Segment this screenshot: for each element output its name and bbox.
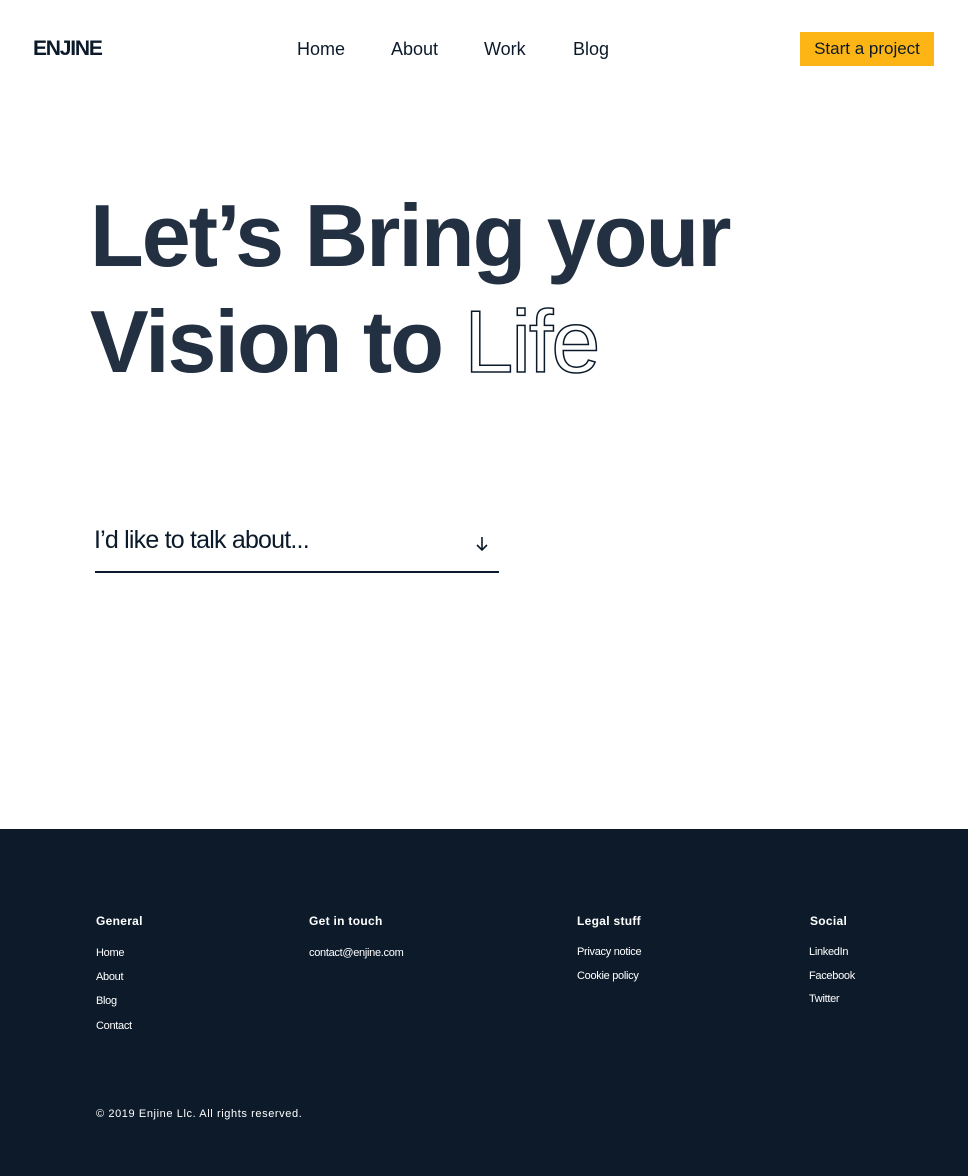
topic-select[interactable]: I’d like to talk about... xyxy=(94,520,499,573)
nav-about[interactable]: About xyxy=(391,36,438,62)
nav-home[interactable]: Home xyxy=(297,36,345,62)
hero-title-line-1: Let’s Bring your xyxy=(90,186,731,285)
footer-link-twitter[interactable]: Twitter xyxy=(809,991,840,1007)
copyright: © 2019 Enjine Llc. All rights reserved. xyxy=(96,1108,303,1120)
nav-work[interactable]: Work xyxy=(484,36,526,62)
arrow-down-icon xyxy=(476,537,488,552)
start-project-button[interactable]: Start a project xyxy=(800,32,934,66)
topic-select-label: I’d like to talk about... xyxy=(94,526,310,554)
footer: General Home About Blog Contact Get in t… xyxy=(0,829,968,1176)
footer-heading-social: Social xyxy=(810,914,848,928)
footer-link-blog[interactable]: Blog xyxy=(96,993,117,1009)
footer-link-home[interactable]: Home xyxy=(96,945,124,961)
logo[interactable]: ENJINE xyxy=(33,36,103,62)
footer-link-cookies[interactable]: Cookie policy xyxy=(577,968,639,984)
footer-heading-general: General xyxy=(96,914,143,928)
footer-link-contact[interactable]: Contact xyxy=(96,1018,132,1034)
hero-title-outline: Life xyxy=(464,291,601,392)
nav-blog[interactable]: Blog xyxy=(573,36,609,62)
footer-link-about[interactable]: About xyxy=(96,969,124,985)
footer-link-linkedin[interactable]: LinkedIn xyxy=(809,944,849,960)
footer-link-facebook[interactable]: Facebook xyxy=(809,968,855,984)
hero-title-line-2: Vision to Life xyxy=(90,291,601,392)
footer-heading-legal: Legal stuff xyxy=(577,914,641,928)
hero-title-solid: Vision to xyxy=(90,292,444,391)
footer-link-privacy[interactable]: Privacy notice xyxy=(577,944,642,960)
footer-email-link[interactable]: contact@enjine.com xyxy=(309,945,404,961)
footer-heading-contact: Get in touch xyxy=(309,914,383,928)
